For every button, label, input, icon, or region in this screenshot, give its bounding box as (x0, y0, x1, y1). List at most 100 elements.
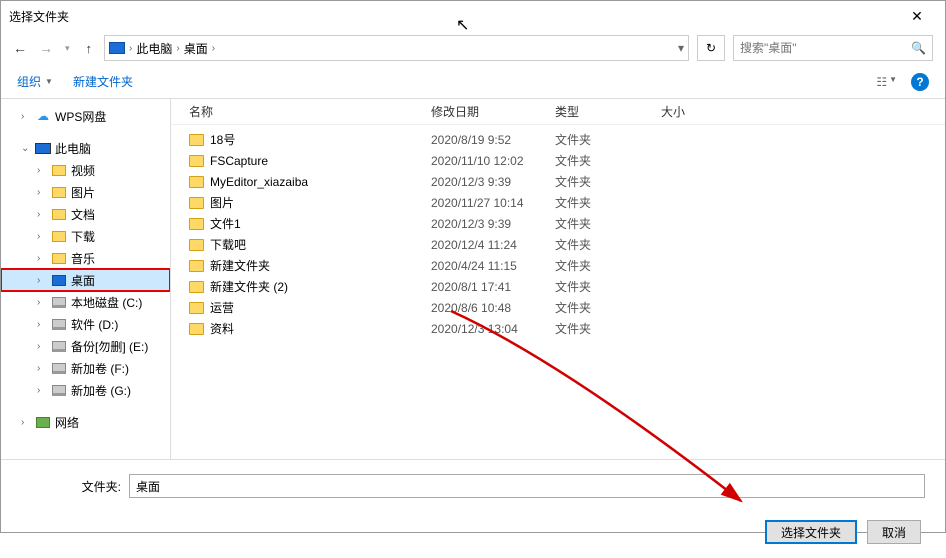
file-type: 文件夹 (555, 152, 661, 169)
folder-icon (189, 155, 204, 167)
forward-button[interactable]: → (39, 40, 53, 56)
chevron-right-icon: › (176, 43, 179, 54)
back-button[interactable]: ← (13, 40, 27, 56)
sidebar: › ☁ WPS网盘 ⌄ 此电脑 ›视频 ›图片 ›文档 ›下载 ›音乐 ›桌面 … (1, 99, 171, 459)
file-name: 新建文件夹 (2) (210, 278, 288, 295)
file-name: 文件1 (210, 215, 241, 232)
file-date: 2020/12/3 13:04 (431, 322, 555, 336)
cloud-icon: ☁ (35, 109, 51, 123)
file-date: 2020/8/19 9:52 (431, 133, 555, 147)
file-date: 2020/12/4 11:24 (431, 238, 555, 252)
folder-icon (52, 209, 66, 220)
organize-button[interactable]: 组织 ▼ (17, 73, 53, 90)
file-name: 下载吧 (210, 236, 246, 253)
sidebar-item-downloads[interactable]: ›下载 (1, 225, 170, 247)
breadcrumb-root[interactable]: 此电脑 (136, 40, 172, 57)
drive-icon (52, 385, 66, 396)
up-button[interactable]: ↑ (86, 41, 93, 56)
folder-icon (189, 302, 204, 314)
file-row[interactable]: 新建文件夹 (2)2020/8/1 17:41文件夹 (179, 276, 937, 297)
column-size[interactable]: 大小 (661, 103, 741, 120)
search-input[interactable] (740, 41, 911, 55)
column-name[interactable]: 名称 (179, 103, 431, 120)
file-type: 文件夹 (555, 299, 661, 316)
dialog-title: 选择文件夹 (9, 8, 897, 25)
folder-icon (52, 231, 66, 242)
sidebar-item-video[interactable]: ›视频 (1, 159, 170, 181)
pc-icon (109, 42, 125, 54)
file-date: 2020/11/10 12:02 (431, 154, 555, 168)
file-date: 2020/4/24 11:15 (431, 259, 555, 273)
file-name: 新建文件夹 (210, 257, 270, 274)
file-date: 2020/11/27 10:14 (431, 196, 555, 210)
sidebar-item-drive-g[interactable]: ›新加卷 (G:) (1, 379, 170, 401)
view-options-button[interactable]: ☷ ▼ (876, 75, 897, 89)
sidebar-item-drive-c[interactable]: ›本地磁盘 (C:) (1, 291, 170, 313)
file-row[interactable]: MyEditor_xiazaiba2020/12/3 9:39文件夹 (179, 171, 937, 192)
chevron-down-icon[interactable]: ▾ (678, 41, 684, 55)
file-row[interactable]: 运营 2020/8/6 10:48文件夹 (179, 297, 937, 318)
file-type: 文件夹 (555, 236, 661, 253)
file-row[interactable]: FSCapture 2020/11/10 12:02文件夹 (179, 150, 937, 171)
sidebar-item-this-pc[interactable]: ⌄ 此电脑 (1, 137, 170, 159)
folder-icon (52, 187, 66, 198)
file-date: 2020/12/3 9:39 (431, 217, 555, 231)
file-type: 文件夹 (555, 257, 661, 274)
sidebar-item-drive-f[interactable]: ›新加卷 (F:) (1, 357, 170, 379)
breadcrumb-current[interactable]: 桌面 (184, 40, 208, 57)
file-row[interactable]: 下载吧 2020/12/4 11:24文件夹 (179, 234, 937, 255)
file-row[interactable]: 文件12020/12/3 9:39文件夹 (179, 213, 937, 234)
desktop-icon (52, 275, 66, 286)
folder-icon (189, 281, 204, 293)
sidebar-item-music[interactable]: ›音乐 (1, 247, 170, 269)
file-name: MyEditor_xiazaiba (210, 175, 308, 189)
sidebar-item-drive-d[interactable]: ›软件 (D:) (1, 313, 170, 335)
select-folder-button[interactable]: 选择文件夹 (765, 520, 857, 544)
folder-icon (189, 176, 204, 188)
breadcrumb[interactable]: › 此电脑 › 桌面 › ▾ (104, 35, 689, 61)
sidebar-item-wps[interactable]: › ☁ WPS网盘 (1, 105, 170, 127)
help-button[interactable]: ? (911, 73, 929, 91)
folder-icon (189, 239, 204, 251)
drive-icon (52, 363, 66, 374)
chevron-right-icon: › (129, 43, 132, 54)
folder-icon (189, 134, 204, 146)
close-button[interactable]: ✕ (897, 8, 937, 25)
file-type: 文件夹 (555, 173, 661, 190)
sidebar-item-documents[interactable]: ›文档 (1, 203, 170, 225)
search-icon[interactable]: 🔍 (911, 41, 926, 55)
file-row[interactable]: 资料2020/12/3 13:04文件夹 (179, 318, 937, 339)
cancel-button[interactable]: 取消 (867, 520, 921, 544)
drive-icon (52, 341, 66, 352)
folder-input[interactable] (129, 474, 925, 498)
search-box[interactable]: 🔍 (733, 35, 933, 61)
file-date: 2020/8/1 17:41 (431, 280, 555, 294)
sidebar-item-desktop[interactable]: ›桌面 (1, 269, 170, 291)
folder-icon (52, 165, 66, 176)
new-folder-button[interactable]: 新建文件夹 (73, 73, 133, 90)
sidebar-item-network[interactable]: ›网络 (1, 411, 170, 433)
chevron-down-icon: ▼ (45, 77, 53, 86)
collapse-icon[interactable]: ⌄ (21, 143, 31, 154)
expand-icon[interactable]: › (21, 111, 31, 122)
drive-icon (52, 319, 66, 330)
column-date[interactable]: 修改日期 (431, 103, 555, 120)
sidebar-item-drive-e[interactable]: ›备份[勿删] (E:) (1, 335, 170, 357)
folder-icon (189, 218, 204, 230)
recent-dropdown-icon[interactable]: ▾ (65, 43, 70, 54)
file-list: 18号2020/8/19 9:52文件夹FSCapture2020/11/10 … (171, 125, 945, 459)
file-row[interactable]: 新建文件夹 2020/4/24 11:15文件夹 (179, 255, 937, 276)
file-row[interactable]: 18号 2020/8/19 9:52文件夹 (179, 129, 937, 150)
column-type[interactable]: 类型 (555, 103, 661, 120)
file-type: 文件夹 (555, 194, 661, 211)
file-name: 运营 (210, 299, 234, 316)
file-type: 文件夹 (555, 131, 661, 148)
file-type: 文件夹 (555, 320, 661, 337)
refresh-button[interactable]: ↻ (697, 35, 725, 61)
file-name: FSCapture (210, 154, 268, 168)
file-name: 18号 (210, 131, 235, 148)
folder-icon (189, 260, 204, 272)
sidebar-item-pictures[interactable]: ›图片 (1, 181, 170, 203)
file-date: 2020/8/6 10:48 (431, 301, 555, 315)
file-row[interactable]: 图片2020/11/27 10:14文件夹 (179, 192, 937, 213)
